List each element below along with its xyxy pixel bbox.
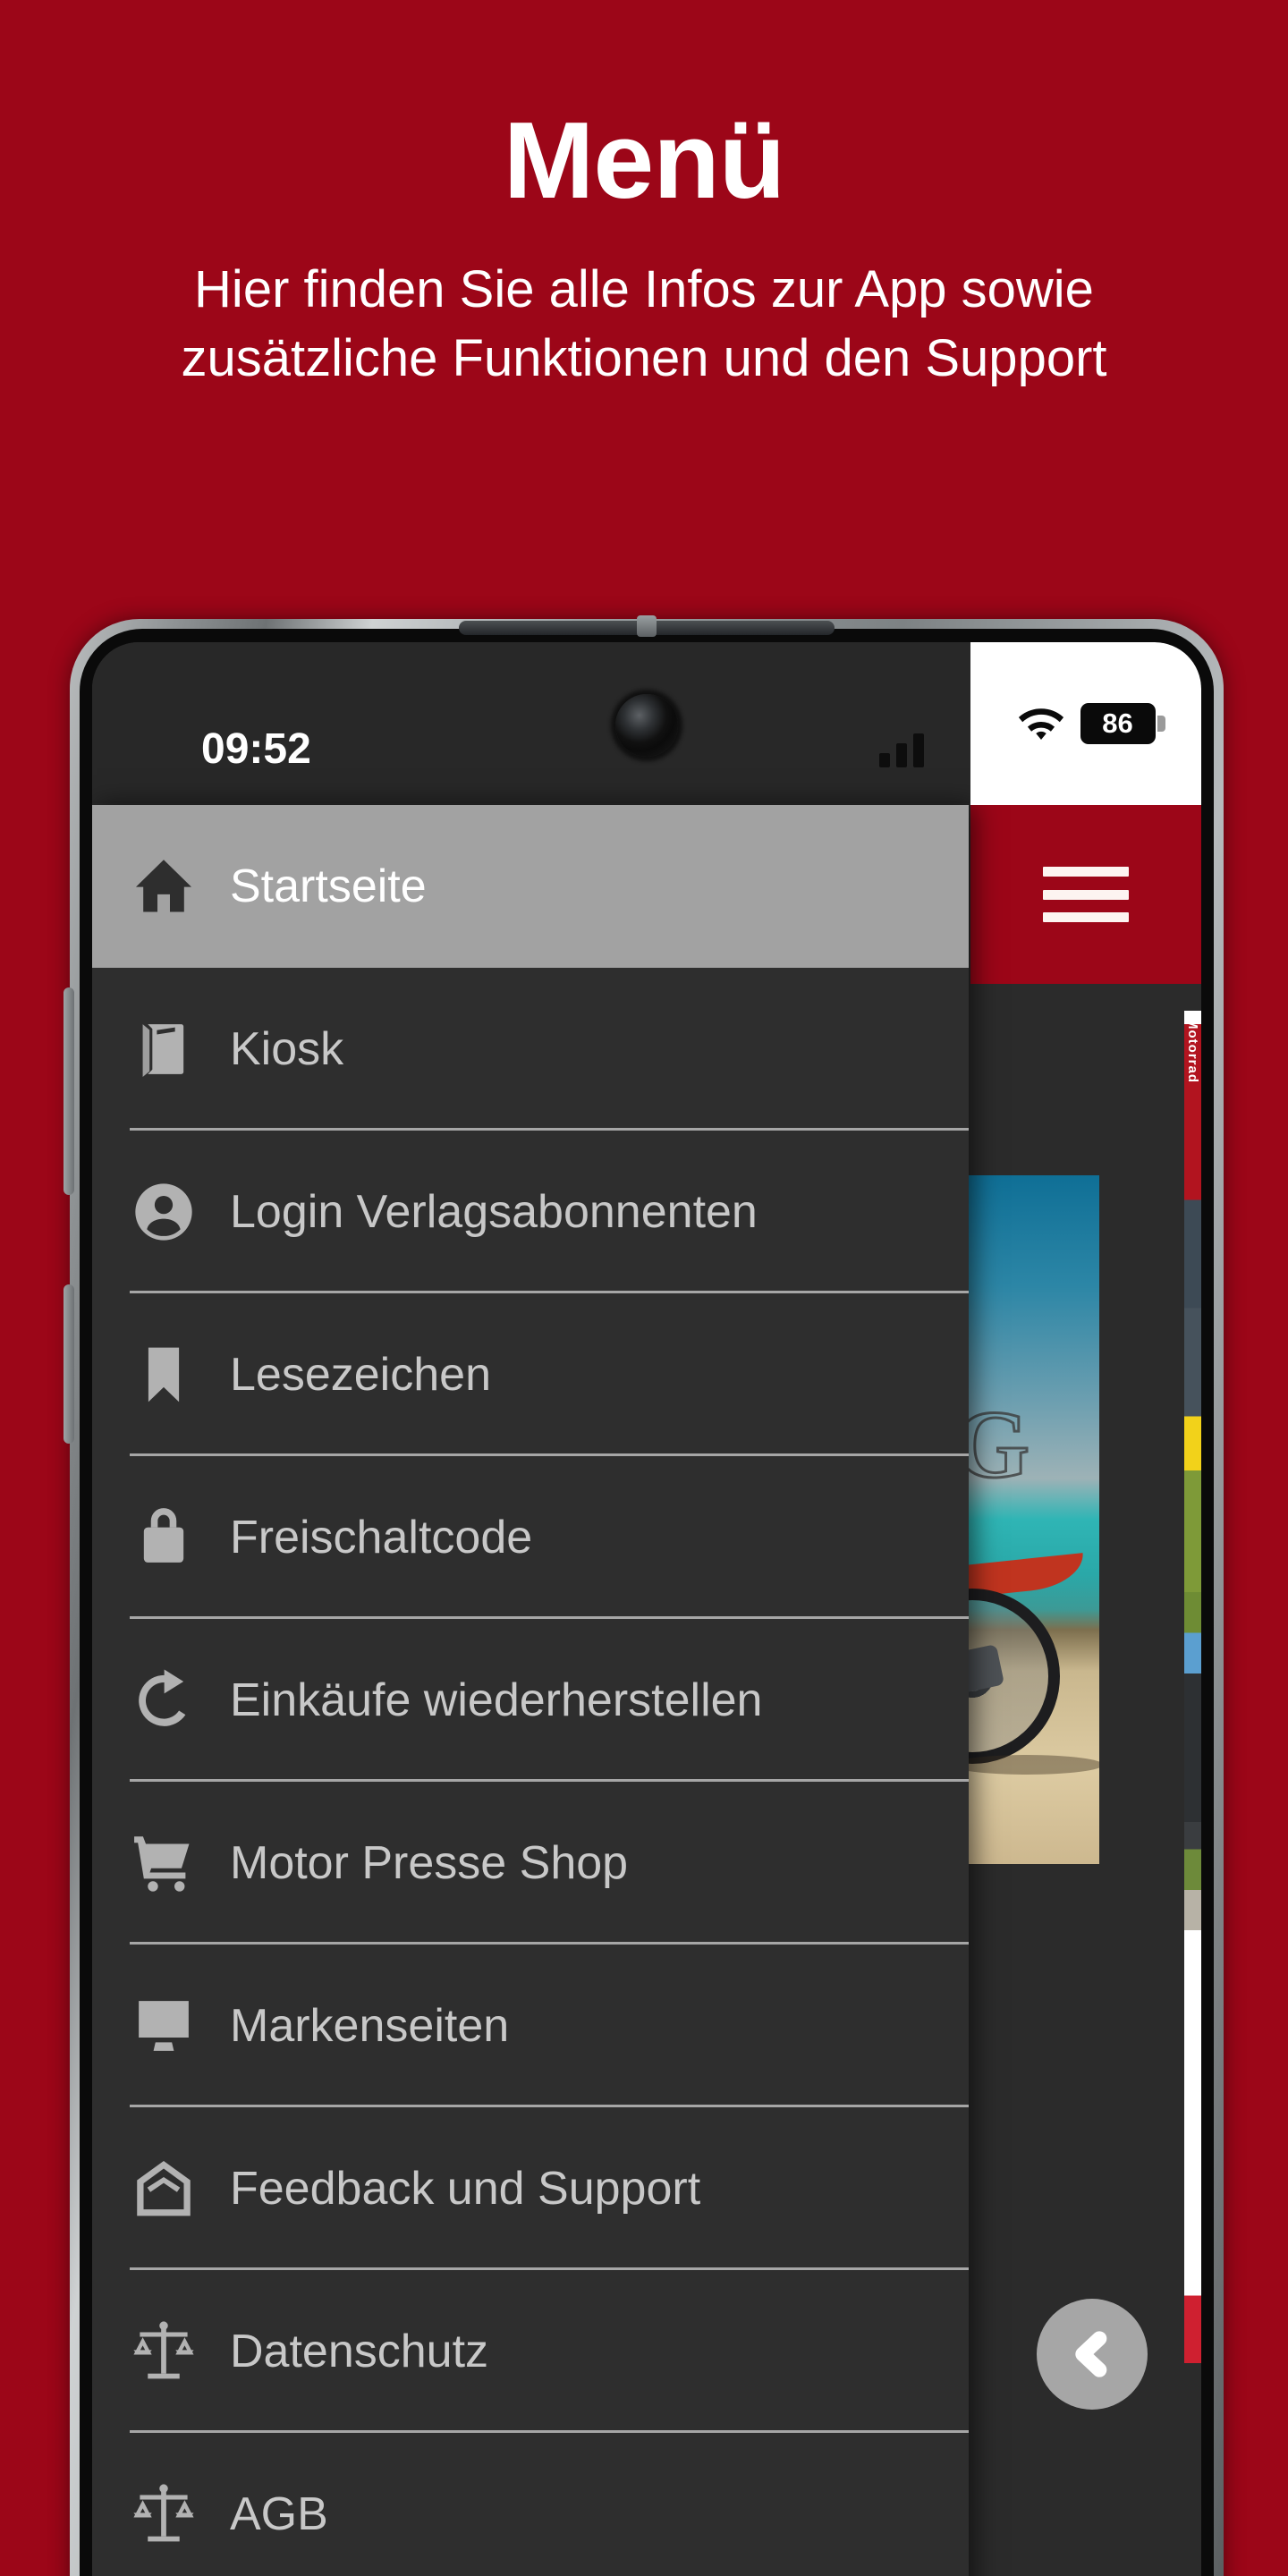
- magazine-cover-sliver[interactable]: [1184, 1011, 1201, 2363]
- drawer-item-kiosk[interactable]: Kiosk: [92, 968, 969, 1131]
- phone-screen: N EG Motorrad 09:52: [92, 642, 1201, 2576]
- drawer-item-agb[interactable]: AGB: [92, 2433, 969, 2576]
- drawer-item-label: Lesezeichen: [230, 1349, 491, 1401]
- drawer-item-label: Einkäufe wiederherstellen: [230, 1674, 763, 1726]
- account-circle-icon: [130, 1178, 198, 1246]
- drawer-item-einkaeufe-wiederherstellen[interactable]: Einkäufe wiederherstellen: [92, 1619, 969, 1782]
- page-title: Menü: [503, 99, 786, 221]
- wifi-icon: [1018, 708, 1063, 741]
- restore-icon: [130, 1666, 198, 1734]
- shopping-cart-icon: [130, 1829, 198, 1897]
- drawer-item-motor-presse-shop[interactable]: Motor Presse Shop: [92, 1782, 969, 1945]
- drawer-item-markenseiten[interactable]: Markenseiten: [92, 1945, 969, 2107]
- battery-level: 86: [1102, 708, 1133, 739]
- promo-header: Menü Hier finden Sie alle Infos zur App …: [0, 0, 1288, 617]
- drawer-item-startseite[interactable]: Startseite: [92, 805, 969, 968]
- status-bar-right-group: 86: [970, 642, 1201, 805]
- drawer-item-label: Login Verlagsabonnenten: [230, 1186, 758, 1238]
- status-bar-clock: 09:52: [201, 725, 311, 773]
- chevron-left-icon: [1075, 2331, 1107, 2377]
- drawer-item-lesezeichen[interactable]: Lesezeichen: [92, 1293, 969, 1456]
- drawer-item-freischaltcode[interactable]: Freischaltcode: [92, 1456, 969, 1619]
- signal-bars-icon: [879, 728, 924, 767]
- drawer-item-label: Motor Presse Shop: [230, 1837, 629, 1889]
- power-button[interactable]: [64, 1284, 74, 1444]
- phone-speaker-nub: [637, 615, 657, 637]
- volume-button[interactable]: [64, 987, 74, 1195]
- kiosk-book-icon: [130, 1015, 198, 1083]
- battery-icon: 86: [1080, 703, 1165, 744]
- drawer-item-label: Startseite: [230, 860, 427, 912]
- app-bar: [970, 805, 1201, 984]
- lock-icon: [130, 1504, 198, 1572]
- phone-mockup: N EG Motorrad 09:52: [64, 615, 1224, 2576]
- drawer-item-label: Feedback und Support: [230, 2163, 701, 2215]
- drawer-item-label: Kiosk: [230, 1023, 344, 1075]
- hamburger-menu-icon[interactable]: [1043, 867, 1129, 922]
- promo-subtitle: Hier finden Sie alle Infos zur App sowie…: [181, 260, 1107, 387]
- home-icon: [130, 852, 198, 920]
- envelope-open-icon: [130, 2155, 198, 2223]
- drawer-item-label: Markenseiten: [230, 2000, 510, 2052]
- back-button[interactable]: [1037, 2299, 1148, 2410]
- bookmark-icon: [130, 1341, 198, 1409]
- drawer-item-login-verlagsabonnenten[interactable]: Login Verlagsabonnenten: [92, 1131, 969, 1293]
- magazine-cover-sliver-title: Motorrad: [1185, 1018, 1200, 1083]
- scales-icon: [130, 2480, 198, 2548]
- drawer-item-datenschutz[interactable]: Datenschutz: [92, 2270, 969, 2433]
- drawer-item-label: Datenschutz: [230, 2326, 489, 2377]
- sand-shadow: [951, 1755, 1099, 1775]
- drawer-item-label: Freischaltcode: [230, 1512, 533, 1563]
- scales-icon: [130, 2318, 198, 2385]
- navigation-drawer: Startseite Kiosk Login Verlagsabonnenten: [92, 805, 969, 2576]
- drawer-item-label: AGB: [230, 2488, 328, 2540]
- front-camera-punchhole-icon: [615, 694, 678, 757]
- monitor-icon: [130, 1992, 198, 2060]
- drawer-item-feedback-und-support[interactable]: Feedback und Support: [92, 2107, 969, 2270]
